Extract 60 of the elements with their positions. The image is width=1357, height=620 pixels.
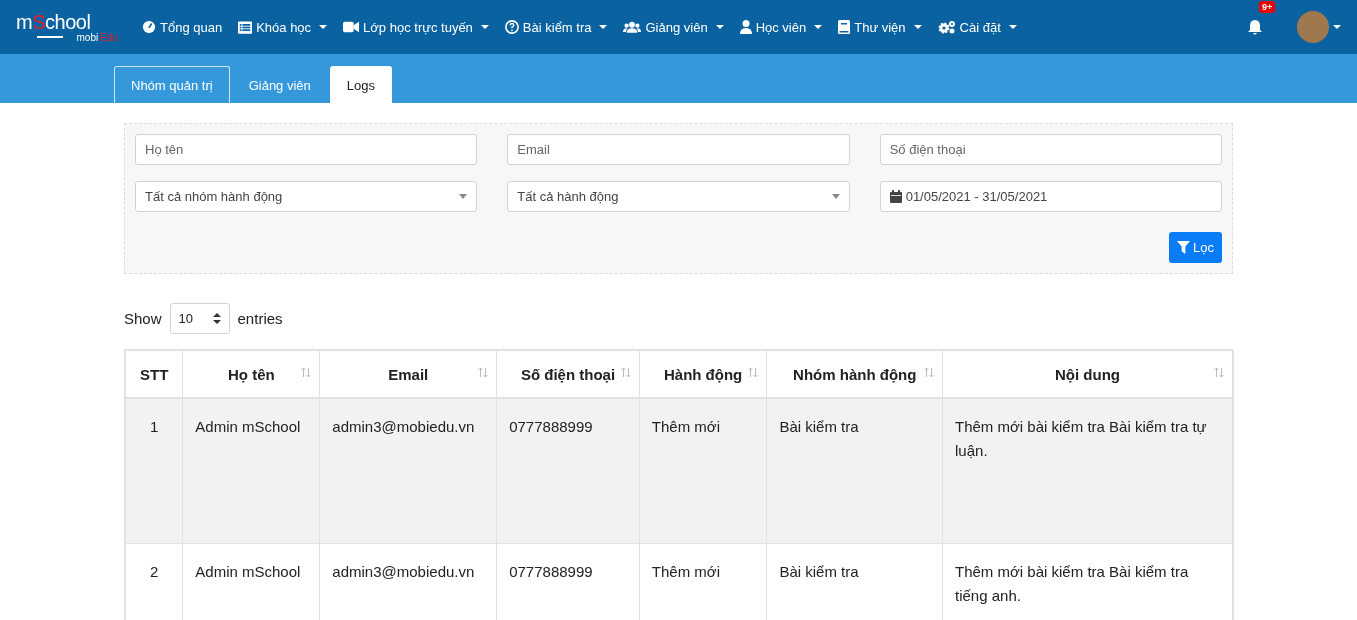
text-input-field[interactable]: Số điện thoại [879,134,1222,165]
sort-icon [748,367,759,378]
sort-icon [924,367,934,378]
nav-menu-item[interactable]: Cài đặt [929,19,1025,35]
caret-icon [715,25,724,29]
help-icon [504,20,519,34]
caret-icon [319,25,328,29]
caret-icon [913,25,922,29]
calendar-icon [889,190,902,203]
dropdown-select[interactable]: Tất cả nhóm hành động [135,181,478,212]
user-icon [739,20,752,34]
logo-subtext: mobi Edu [16,31,126,43]
text-input-field[interactable]: Họ tên [135,134,478,165]
nav-menu-item[interactable]: Thư viện [830,19,930,35]
filter-button[interactable]: Lọc [1169,232,1222,263]
sort-icon [1214,367,1224,378]
sort-icon [301,367,312,378]
nav-menu-item[interactable]: Tổng quan [134,19,231,35]
table-cell: Admin mSchool [182,398,320,543]
table-cell: admin3@mobiedu.vn [319,398,497,543]
book-icon [838,20,851,34]
caret-icon [1008,25,1017,29]
show-label: Show [124,310,162,327]
filter-icon [1177,241,1191,254]
logo[interactable]: mSchool mobi Edu [16,11,126,43]
list-icon [238,20,253,34]
table-cell: Thêm mới bài kiểm tra Bài kiểm tra tự luận. [942,398,1233,543]
sort-arrows-icon [212,313,221,324]
nav-menu-item[interactable]: Lớp học trực tuyến [335,19,497,35]
dropdown-arrow-icon [459,194,468,199]
logo-text: mSchool [16,11,92,32]
dropdown-select[interactable]: Tất cả hành động [507,181,850,212]
nav-menu-item[interactable]: Học viên [731,19,831,35]
caret-icon [480,25,489,29]
users-icon [623,21,642,33]
tab[interactable]: Logs [329,66,392,103]
gears-icon [937,20,956,34]
nav-menu-item[interactable]: Bài kiểm tra [496,19,616,35]
avatar [1297,11,1329,43]
video-camera-icon [343,21,360,33]
table-cell: Thêm mới [639,398,767,543]
caret-icon [1333,25,1341,29]
table-cell: 1 [125,398,183,543]
gauge-icon [142,20,156,34]
table-cell: Bài kiểm tra [766,398,943,543]
nav-menu-item[interactable]: Giảng viên [615,19,732,35]
sort-icon [620,367,631,378]
date-range-field[interactable]: 01/05/2021 - 31/05/2021 [879,181,1222,212]
text-input-field[interactable]: Email [507,134,850,165]
dropdown-arrow-icon [831,194,840,199]
bell-icon [1247,18,1263,36]
notification-count-badge: 9+ [1259,1,1276,13]
sort-icon [478,367,489,378]
caret-icon [814,25,823,29]
page-size-select[interactable]: 10 [169,303,230,334]
caret-icon [599,25,608,29]
table-cell: 0777888999 [496,398,640,543]
entries-label: entries [237,310,283,327]
nav-menu-item[interactable]: Khóa học [230,19,336,35]
notifications-button[interactable] [1247,18,1263,36]
